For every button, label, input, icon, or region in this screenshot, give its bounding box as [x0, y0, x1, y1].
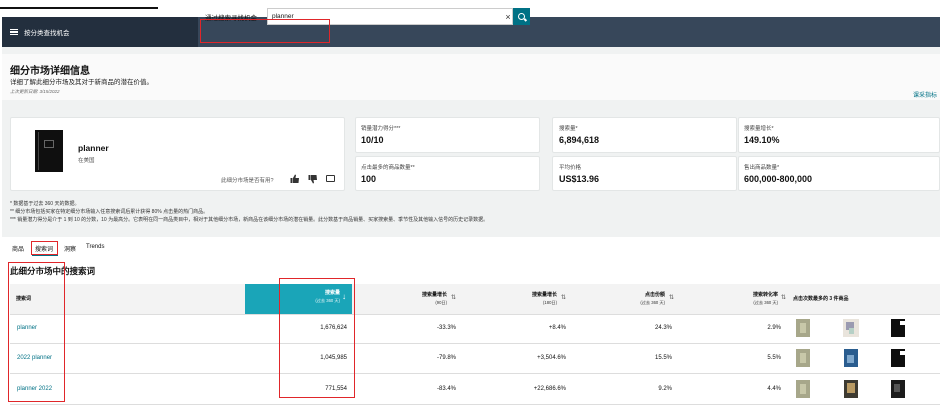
footnote: ** 细分市场包括买家在特定细分市场输入任意搜索词后累计获得 80% 点击量的热…	[10, 209, 209, 215]
metric-label: 搜索量*	[559, 126, 578, 132]
growth-90-cell: -83.4%	[436, 386, 456, 392]
header-growth-180-label: 搜索量增长	[531, 292, 557, 298]
search-button[interactable]	[513, 8, 530, 25]
metric-value: 100	[361, 174, 377, 184]
clear-search-icon[interactable]: ×	[503, 9, 513, 24]
product-thumbnail[interactable]	[796, 349, 810, 367]
growth-180-cell: +22,686.6%	[533, 386, 566, 392]
page-title: 细分市场详细信息	[10, 66, 90, 77]
header-conversion[interactable]: 搜索转化率 (过去 360 天)	[710, 292, 778, 306]
tab-products[interactable]: 商品	[12, 244, 24, 253]
click-share-cell: 15.5%	[654, 355, 672, 361]
product-thumbnail[interactable]	[844, 349, 858, 367]
sort-icon[interactable]: ⇅	[451, 294, 456, 301]
row-divider	[10, 404, 940, 405]
product-thumbnail[interactable]	[891, 380, 905, 398]
hamburger-menu-icon	[10, 29, 18, 35]
row-divider	[10, 343, 940, 344]
conversion-cell: 2.9%	[767, 325, 781, 331]
volume-column-highlight-box	[279, 278, 355, 398]
footnote: * 数据基于过去 360 天的数据。	[10, 201, 80, 207]
product-thumbnail[interactable]	[844, 380, 858, 398]
growth-90-cell: -33.3%	[436, 325, 456, 331]
header-growth-90-label: 搜索量增长	[421, 292, 447, 298]
product-thumbnail[interactable]	[796, 319, 810, 337]
click-share-cell: 24.3%	[654, 325, 672, 331]
header-growth-90[interactable]: 搜索量增长 (90日)	[380, 292, 447, 306]
conversion-cell: 4.4%	[767, 386, 781, 392]
page: 按分类查找机会 通过搜索寻找机会 planner × 细分市场详细信息 详细了解…	[0, 0, 952, 410]
header-conversion-sub: (过去 360 天)	[753, 300, 778, 305]
product-image	[26, 128, 66, 176]
row-divider	[10, 314, 940, 315]
product-thumbnail[interactable]	[843, 319, 859, 337]
product-country: 在美国	[78, 158, 95, 164]
header-growth-180[interactable]: 搜索量增长 (180日)	[490, 292, 557, 306]
footnote: *** 销量潜力得分是介于 1 到 10 的分数，10 为最高分。它表明在同一商…	[10, 217, 489, 223]
growth-180-cell: +8.4%	[548, 325, 566, 331]
metric-value: 600,000-800,000	[744, 174, 813, 184]
growth-90-cell: -79.8%	[436, 355, 456, 361]
header-top3: 点击次数最多的 3 件商品	[793, 296, 849, 302]
header-click-share-label: 点击份额	[644, 292, 665, 298]
header-growth-90-sub: (90日)	[435, 300, 447, 305]
search-highlight-box	[200, 19, 330, 43]
tab-trends[interactable]: Trends	[86, 244, 104, 250]
metric-value: 149.10%	[744, 135, 780, 145]
metric-label: 销量潜力得分***	[361, 126, 401, 132]
metric-value: US$13.96	[559, 174, 600, 184]
thumbs-down-icon[interactable]	[308, 174, 318, 184]
row-divider	[10, 373, 940, 374]
learn-metrics-link[interactable]: 课采指标	[913, 90, 937, 99]
metric-value: 10/10	[361, 135, 384, 145]
footnotes: * 数据基于过去 360 天的数据。 ** 细分市场包括买家在特定细分市场输入任…	[10, 200, 488, 224]
metric-card-top-clicked	[355, 156, 540, 191]
category-nav-button[interactable]: 按分类查找机会	[2, 17, 198, 47]
keyword-column-highlight-box	[8, 262, 65, 402]
metric-label: 售出商品数量*	[744, 165, 780, 171]
metric-label: 点击最多的商品数量**	[361, 165, 415, 171]
product-name: planner	[78, 143, 109, 153]
growth-180-cell: +3,504.6%	[537, 355, 566, 361]
header-growth-180-sub: (180日)	[543, 300, 557, 305]
header-conversion-label: 搜索转化率	[752, 292, 778, 298]
last-updated: 上次更新日期: 3/15/2022	[10, 89, 60, 94]
tab-bar	[2, 237, 940, 259]
sort-icon[interactable]: ⇅	[781, 294, 786, 301]
thumbs-up-icon[interactable]	[290, 174, 300, 184]
product-thumbnail[interactable]	[891, 319, 905, 337]
header-click-share-sub: (过去 360 天)	[640, 300, 665, 305]
helpful-question: 此细分市场是否有用?	[221, 178, 274, 184]
planner-thumbnail	[35, 130, 63, 172]
feedback-icon[interactable]	[326, 175, 335, 182]
header-click-share[interactable]: 点击份额 (过去 360 天)	[600, 292, 665, 306]
metric-label: 搜索量增长*	[744, 126, 774, 132]
product-thumbnail[interactable]	[891, 349, 905, 367]
top-divider	[0, 7, 158, 9]
metric-value: 6,894,618	[559, 135, 600, 145]
product-thumbnail[interactable]	[796, 380, 810, 398]
sort-icon[interactable]: ⇅	[669, 294, 674, 301]
category-nav-label: 按分类查找机会	[24, 30, 70, 37]
conversion-cell: 5.5%	[767, 355, 781, 361]
sort-icon[interactable]: ⇅	[561, 294, 566, 301]
click-share-cell: 9.2%	[658, 386, 672, 392]
search-icon	[518, 13, 525, 20]
tab-highlight-box	[31, 241, 58, 255]
tab-insights[interactable]: 洞察	[64, 244, 76, 253]
metric-label: 平均价格	[559, 165, 582, 171]
page-subtitle: 详细了解此细分市场及其对于新商品的潜在价值。	[10, 79, 153, 86]
